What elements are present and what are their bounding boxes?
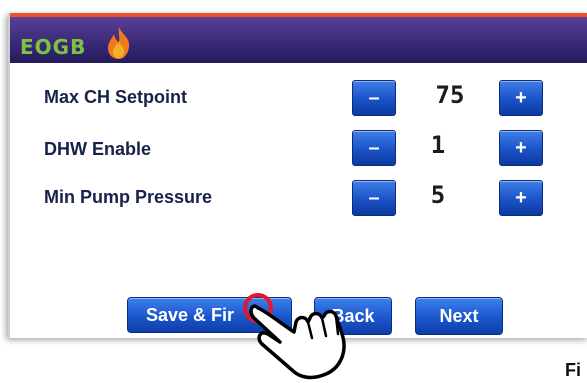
header-bar: EOGB (10, 17, 587, 65)
value-max-ch-setpoint: 75 (435, 81, 465, 109)
value-dhw-enable: 1 (430, 131, 446, 159)
hand-pointer-icon (243, 293, 346, 380)
decrease-max-ch-setpoint-button[interactable]: – (352, 80, 396, 116)
increase-max-ch-setpoint-button[interactable]: + (499, 80, 543, 116)
flame-icon (108, 27, 130, 59)
increase-dhw-enable-button[interactable]: + (499, 130, 543, 166)
value-min-pump-pressure: 5 (430, 181, 446, 209)
eogb-logo: EOGB (20, 35, 87, 59)
next-button[interactable]: Next (415, 297, 503, 335)
setting-label-max-ch-setpoint: Max CH Setpoint (44, 87, 188, 107)
increase-min-pump-pressure-button[interactable]: + (499, 180, 543, 216)
caption-text: Fi (565, 360, 581, 380)
setting-label-dhw-enable: DHW Enable (44, 139, 152, 159)
device-frame: EOGB Max CH Setpoint – 75 + DHW Enable –… (0, 0, 587, 383)
setting-label-min-pump-pressure: Min Pump Pressure (44, 187, 213, 207)
decrease-min-pump-pressure-button[interactable]: – (352, 180, 396, 216)
decrease-dhw-enable-button[interactable]: – (352, 130, 396, 166)
